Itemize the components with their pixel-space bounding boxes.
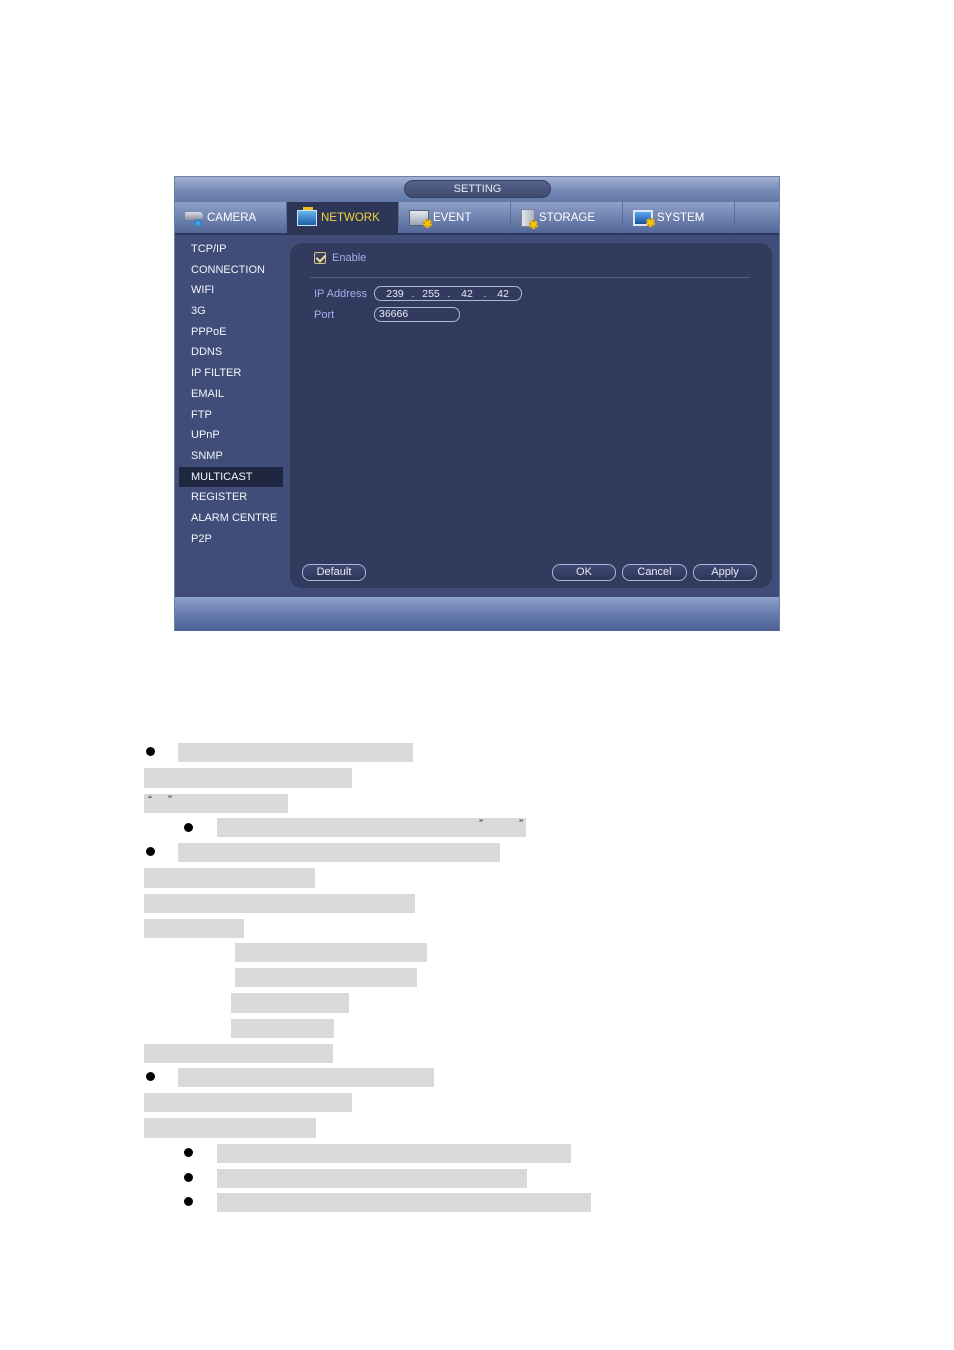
bullet (146, 847, 155, 856)
sidebar-item-wifi[interactable]: WIFI (179, 280, 283, 301)
sidebar-item-ddns[interactable]: DDNS (179, 342, 283, 363)
redacted-text (144, 1093, 352, 1112)
ip-octet-2[interactable]: 255 (419, 288, 443, 300)
enable-row: Enable (314, 252, 366, 264)
quote-close: ” (168, 794, 172, 804)
redacted-text: “ ” (144, 794, 288, 813)
tab-label: EVENT (433, 211, 472, 224)
quote-close: ” (479, 818, 483, 828)
quote-close: ” (519, 818, 523, 828)
tab-label: CAMERA (207, 211, 257, 224)
status-bar (175, 597, 779, 631)
enable-checkbox[interactable] (314, 252, 326, 264)
ip-address-label: IP Address (314, 288, 367, 300)
ip-octet-1[interactable]: 239 (383, 288, 407, 300)
redacted-text (144, 919, 244, 938)
port-label: Port (314, 309, 335, 321)
gear-icon (423, 218, 432, 228)
divider (310, 277, 750, 278)
redacted-text: ” ” (217, 818, 526, 837)
setting-window: SETTING CAMERA NETWORK EVENT STORAGE SYS… (174, 176, 780, 631)
redacted-text (217, 1193, 591, 1212)
gear-icon (646, 217, 655, 227)
tab-label: STORAGE (539, 211, 596, 224)
title-bar: SETTING (175, 177, 779, 202)
sidebar-item-upnp[interactable]: UPnP (179, 425, 283, 446)
sidebar-item-multicast[interactable]: MULTICAST (179, 466, 283, 488)
gear-icon (529, 219, 538, 229)
enable-label: Enable (332, 252, 367, 264)
redacted-text (235, 968, 417, 987)
bullet (184, 1148, 193, 1157)
tab-event[interactable]: EVENT (399, 202, 511, 233)
sidebar-item-alarm-centre[interactable]: ALARM CENTRE (179, 508, 283, 529)
ip-separator: . (447, 287, 451, 300)
redacted-text (217, 1169, 527, 1188)
ok-button[interactable]: OK (552, 564, 616, 581)
apply-button[interactable]: Apply (693, 564, 757, 581)
storage-icon (521, 208, 538, 229)
redacted-text (178, 843, 500, 862)
sidebar-item-p2p[interactable]: P2P (179, 529, 283, 550)
sidebar-item-snmp[interactable]: SNMP (179, 446, 283, 467)
redacted-text (144, 1118, 316, 1138)
main-tab-bar: CAMERA NETWORK EVENT STORAGE SYSTEM (175, 202, 779, 235)
sidebar-item-pppoe[interactable]: PPPoE (179, 322, 283, 343)
redacted-text (217, 1144, 571, 1163)
tab-label: NETWORK (321, 211, 380, 224)
redacted-text (235, 943, 427, 962)
quote-open: “ (148, 794, 152, 804)
default-button[interactable]: Default (302, 564, 366, 581)
sidebar-item-email[interactable]: EMAIL (179, 384, 283, 405)
multicast-panel: Enable IP Address 239 . 255 . 42 . 42 Po… (290, 243, 772, 588)
redacted-text (231, 1019, 334, 1038)
bullet (146, 747, 155, 756)
sidebar-item-connection[interactable]: CONNECTION (179, 260, 283, 281)
camera-icon (185, 211, 203, 227)
sidebar-item-register[interactable]: REGISTER (179, 487, 283, 508)
bullet (184, 1197, 193, 1206)
bullet (146, 1072, 155, 1081)
tab-system[interactable]: SYSTEM (623, 202, 735, 233)
redacted-text (144, 868, 315, 888)
ip-separator: . (483, 287, 487, 300)
ip-octet-3[interactable]: 42 (455, 288, 479, 300)
port-input[interactable]: 36666 (374, 307, 460, 322)
network-icon (297, 206, 317, 226)
cancel-button[interactable]: Cancel (622, 564, 687, 581)
network-sidebar: TCP/IP CONNECTION WIFI 3G PPPoE DDNS IP … (179, 239, 283, 549)
tab-label: SYSTEM (657, 211, 705, 224)
redacted-text (144, 1044, 333, 1063)
ip-octet-4[interactable]: 42 (491, 288, 515, 300)
bullet (184, 1173, 193, 1182)
window-title: SETTING (404, 180, 551, 198)
tab-camera[interactable]: CAMERA (175, 202, 287, 233)
ip-address-input[interactable]: 239 . 255 . 42 . 42 (374, 286, 522, 301)
system-icon (633, 209, 655, 227)
ip-separator: . (411, 287, 415, 300)
sidebar-item-tcpip[interactable]: TCP/IP (179, 239, 283, 260)
tab-storage[interactable]: STORAGE (511, 202, 623, 233)
redacted-text (144, 894, 415, 913)
tab-network[interactable]: NETWORK (287, 202, 399, 233)
bullet (184, 823, 193, 832)
sidebar-item-ftp[interactable]: FTP (179, 405, 283, 426)
sidebar-item-ip-filter[interactable]: IP FILTER (179, 363, 283, 384)
redacted-text (178, 743, 413, 762)
redacted-text (144, 768, 352, 788)
redacted-text (231, 993, 349, 1013)
sidebar-item-3g[interactable]: 3G (179, 301, 283, 322)
redacted-text (178, 1068, 434, 1087)
event-icon (409, 209, 432, 228)
